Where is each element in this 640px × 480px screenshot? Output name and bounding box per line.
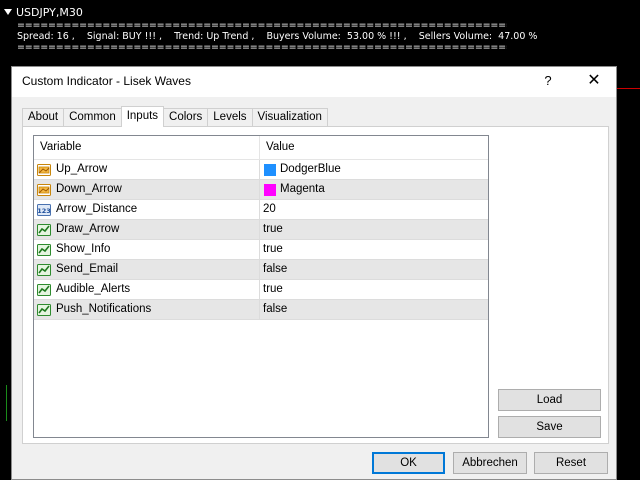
integer-input-icon: 123 bbox=[36, 202, 52, 218]
column-header-value[interactable]: Value bbox=[266, 141, 295, 153]
variable-value: true bbox=[263, 283, 283, 295]
variable-name: Send_Email bbox=[56, 263, 119, 275]
column-header-variable[interactable]: Variable bbox=[40, 141, 81, 153]
variable-cell[interactable]: 123 Arrow_Distance bbox=[34, 200, 260, 220]
close-icon[interactable]: ✕ bbox=[584, 71, 604, 91]
bool-input-icon bbox=[36, 222, 52, 238]
variable-cell[interactable]: Push_Notifications bbox=[34, 300, 260, 320]
variable-cell[interactable]: Down_Arrow bbox=[34, 180, 260, 200]
variable-name: Audible_Alerts bbox=[56, 283, 131, 295]
svg-text:123: 123 bbox=[37, 207, 51, 215]
cancel-button[interactable]: Abbrechen bbox=[453, 452, 527, 474]
reset-button[interactable]: Reset bbox=[534, 452, 608, 474]
value-cell[interactable]: true bbox=[260, 280, 488, 300]
variable-value: Magenta bbox=[280, 183, 325, 195]
variable-value: 20 bbox=[263, 203, 276, 215]
bool-input-icon bbox=[36, 282, 52, 298]
chart-info-line: Spread: 16 , Signal: BUY !!! , Trend: Up… bbox=[17, 31, 538, 42]
bool-input-icon bbox=[36, 262, 52, 278]
tab-about[interactable]: About bbox=[22, 108, 65, 127]
tab-common[interactable]: Common bbox=[63, 108, 122, 127]
dialog-title: Custom Indicator - Lisek Waves bbox=[22, 74, 191, 88]
bool-input-icon bbox=[36, 242, 52, 258]
variable-value: true bbox=[263, 223, 283, 235]
variable-value: DodgerBlue bbox=[280, 163, 341, 175]
variable-cell[interactable]: Up_Arrow bbox=[34, 160, 260, 180]
value-cell[interactable]: 20 bbox=[260, 200, 488, 220]
chart-symbol: USDJPY,M30 bbox=[16, 5, 83, 19]
variable-cell[interactable]: Show_Info bbox=[34, 240, 260, 260]
table-row[interactable]: Push_Notifications false bbox=[34, 300, 488, 320]
chart-symbol-bar[interactable]: USDJPY,M30 bbox=[4, 5, 83, 19]
value-cell[interactable]: false bbox=[260, 300, 488, 320]
table-row[interactable]: Down_Arrow Magenta bbox=[34, 180, 488, 200]
tab-bar: About Common Inputs Colors Levels Visual… bbox=[22, 106, 328, 127]
variable-cell[interactable]: Audible_Alerts bbox=[34, 280, 260, 300]
variable-value: true bbox=[263, 243, 283, 255]
chart-price-line bbox=[614, 88, 640, 89]
tab-visualization[interactable]: Visualization bbox=[251, 108, 328, 127]
variable-value: false bbox=[263, 303, 288, 315]
ok-button[interactable]: OK bbox=[372, 452, 445, 474]
chart-separator-top: ========================================… bbox=[17, 20, 507, 31]
column-divider[interactable] bbox=[259, 136, 260, 160]
chart-bar bbox=[6, 385, 7, 421]
table-row[interactable]: Draw_Arrow true bbox=[34, 220, 488, 240]
variable-cell[interactable]: Send_Email bbox=[34, 260, 260, 280]
variable-cell[interactable]: Draw_Arrow bbox=[34, 220, 260, 240]
indicator-dialog: Custom Indicator - Lisek Waves ? ✕ About… bbox=[11, 66, 617, 480]
save-button[interactable]: Save bbox=[498, 416, 601, 438]
variable-name: Push_Notifications bbox=[56, 303, 152, 315]
inputs-panel: Variable Value Up_Arrow DodgerBlue Down_Ar… bbox=[22, 126, 609, 444]
table-row[interactable]: 123 Arrow_Distance 20 bbox=[34, 200, 488, 220]
value-cell[interactable]: Magenta bbox=[260, 180, 488, 200]
color-input-icon bbox=[36, 162, 52, 178]
tab-inputs[interactable]: Inputs bbox=[120, 106, 165, 127]
dialog-titlebar[interactable]: Custom Indicator - Lisek Waves ? ✕ bbox=[12, 67, 616, 97]
variable-name: Arrow_Distance bbox=[56, 203, 138, 215]
variable-name: Up_Arrow bbox=[56, 163, 108, 175]
tab-levels[interactable]: Levels bbox=[207, 108, 253, 127]
color-swatch bbox=[264, 164, 276, 176]
tab-colors[interactable]: Colors bbox=[163, 108, 209, 127]
table-row[interactable]: Up_Arrow DodgerBlue bbox=[34, 160, 488, 180]
value-cell[interactable]: false bbox=[260, 260, 488, 280]
inputs-grid[interactable]: Variable Value Up_Arrow DodgerBlue Down_Ar… bbox=[33, 135, 489, 438]
table-row[interactable]: Audible_Alerts true bbox=[34, 280, 488, 300]
variable-name: Down_Arrow bbox=[56, 183, 122, 195]
chart-separator-bottom: ========================================… bbox=[17, 42, 507, 53]
bool-input-icon bbox=[36, 302, 52, 318]
value-cell[interactable]: true bbox=[260, 220, 488, 240]
chevron-down-icon bbox=[4, 9, 12, 15]
grid-header: Variable Value bbox=[34, 136, 488, 160]
table-row[interactable]: Show_Info true bbox=[34, 240, 488, 260]
table-row[interactable]: Send_Email false bbox=[34, 260, 488, 280]
help-button[interactable]: ? bbox=[538, 71, 558, 91]
variable-name: Draw_Arrow bbox=[56, 223, 120, 235]
color-input-icon bbox=[36, 182, 52, 198]
variable-name: Show_Info bbox=[56, 243, 111, 255]
variable-value: false bbox=[263, 263, 288, 275]
color-swatch bbox=[264, 184, 276, 196]
value-cell[interactable]: true bbox=[260, 240, 488, 260]
load-button[interactable]: Load bbox=[498, 389, 601, 411]
value-cell[interactable]: DodgerBlue bbox=[260, 160, 488, 180]
